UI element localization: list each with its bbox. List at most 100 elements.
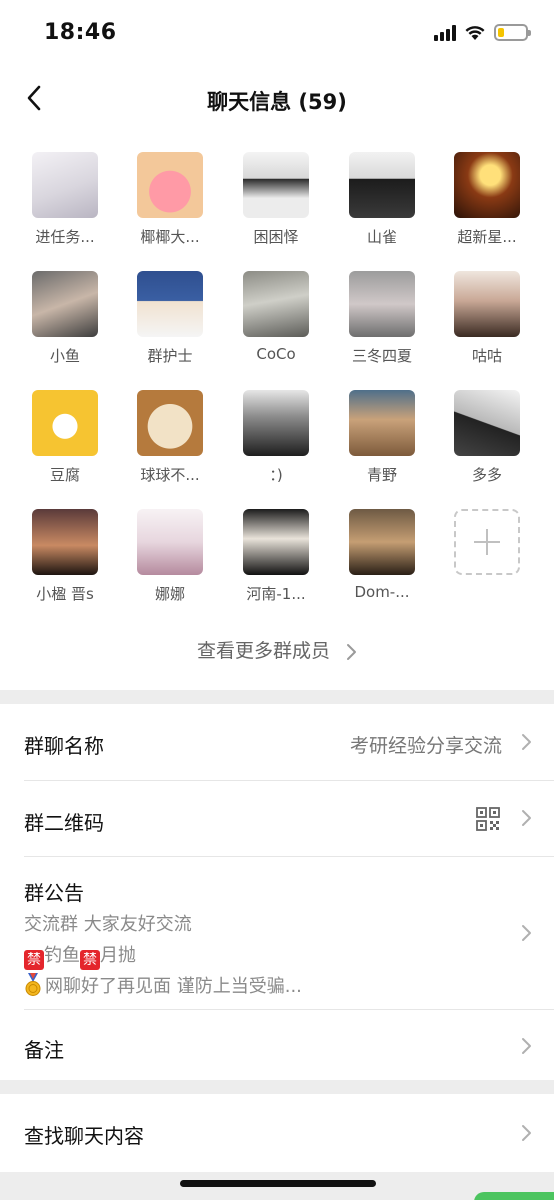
avatar: [32, 152, 98, 218]
member-name: 青野: [366, 466, 397, 484]
member-tile[interactable]: 咕咕: [437, 271, 537, 366]
remark-label: 备注: [24, 1038, 64, 1062]
group-notice-label: 群公告: [24, 881, 84, 905]
member-tile[interactable]: 青野: [332, 390, 432, 485]
medal-icon: [24, 973, 42, 997]
status-time: 18:46: [44, 20, 117, 45]
search-chat-section: 查找聊天内容: [0, 1094, 554, 1172]
remark-row[interactable]: 备注: [0, 1010, 554, 1080]
search-chat-content-row[interactable]: 查找聊天内容: [0, 1094, 554, 1172]
avatar: [243, 390, 309, 456]
nav-bar: 聊天信息 (59): [0, 70, 554, 128]
avatar: [454, 152, 520, 218]
group-name-row[interactable]: 群聊名称 考研经验分享交流: [0, 704, 554, 780]
group-notice-line: 交流群 大家友好交流: [24, 914, 192, 935]
avatar: [137, 271, 203, 337]
avatar: [243, 152, 309, 218]
member-name: 困困怿: [253, 228, 299, 246]
member-tile[interactable]: 超新星...: [437, 152, 537, 247]
member-tile[interactable]: 椰椰大...: [120, 152, 220, 247]
avatar: [32, 271, 98, 337]
notice-text: 月抛: [100, 945, 136, 966]
member-name: 椰椰大...: [140, 228, 200, 246]
chat-info-screen: 18:46 聊天信息 (59) 进任务... 椰椰大... 困困怿 山雀 超新星... 小…: [0, 0, 554, 1200]
home-indicator: [180, 1180, 376, 1187]
page-title: 聊天信息 (59): [207, 90, 347, 114]
avatar: [243, 271, 309, 337]
member-tile[interactable]: Dom-...: [332, 509, 432, 601]
view-more-members-label: 查看更多群成员: [196, 640, 330, 662]
avatar: [454, 271, 520, 337]
chevron-right-icon: [522, 1125, 531, 1141]
member-tile[interactable]: 河南-1...: [226, 509, 326, 604]
qr-code-icon: [476, 807, 500, 831]
member-tile[interactable]: 群护士: [120, 271, 220, 366]
chevron-right-icon: [522, 810, 531, 826]
group-notice-line: 网聊好了再见面 谨防上当受骗...: [24, 972, 302, 998]
member-tile[interactable]: 球球不...: [120, 390, 220, 485]
avatar: [454, 390, 520, 456]
member-tile[interactable]: ：): [226, 390, 326, 485]
member-tile[interactable]: 山雀: [332, 152, 432, 247]
avatar: [349, 509, 415, 575]
chevron-right-icon: [522, 734, 531, 750]
view-more-members-link[interactable]: 查看更多群成员: [0, 636, 554, 663]
member-tile[interactable]: 小楹 晋s: [15, 509, 115, 604]
group-qr-code-row[interactable]: 群二维码: [0, 781, 554, 856]
forbidden-badge-icon: 禁: [80, 950, 100, 970]
avatar: [137, 509, 203, 575]
member-tile[interactable]: 豆腐: [15, 390, 115, 485]
member-name: ：): [269, 466, 283, 484]
add-member-tile: [454, 509, 520, 575]
member-name: 小楹 晋s: [36, 585, 94, 603]
avatar: [349, 390, 415, 456]
group-name-label: 群聊名称: [24, 734, 104, 758]
member-name: 群护士: [147, 347, 193, 365]
member-tile[interactable]: 进任务...: [15, 152, 115, 247]
chevron-right-icon: [522, 925, 531, 941]
battery-level: [498, 28, 504, 37]
group-name-value: 考研经验分享交流: [349, 735, 502, 757]
forbidden-badge-icon: 禁: [24, 950, 44, 970]
member-name: 河南-1...: [246, 585, 306, 603]
chevron-right-icon: [522, 1038, 531, 1054]
member-tile[interactable]: 娜娜: [120, 509, 220, 604]
member-tile[interactable]: CoCo: [226, 271, 326, 363]
chevron-right-icon: [347, 643, 357, 660]
group-settings-section: 群聊名称 考研经验分享交流 群二维码 群公告 交流群 大家友好交流 禁 钓鱼 禁…: [0, 704, 554, 1080]
member-name: 超新星...: [457, 228, 517, 246]
member-name: 多多: [471, 466, 502, 484]
battery-icon: [494, 24, 531, 41]
avatar: [349, 271, 415, 337]
wifi-icon: [465, 26, 485, 40]
notice-text: 钓鱼: [44, 945, 80, 966]
member-name: 娜娜: [154, 585, 185, 603]
add-member-button[interactable]: [437, 509, 537, 575]
member-name: 进任务...: [35, 228, 95, 246]
member-name: 三冬四夏: [351, 347, 412, 365]
member-name: CoCo: [256, 345, 296, 363]
avatar: [243, 509, 309, 575]
member-name: Dom-...: [354, 583, 410, 601]
floating-green-element: [474, 1192, 554, 1200]
member-tile[interactable]: 三冬四夏: [332, 271, 432, 366]
status-icons: [434, 24, 531, 41]
members-panel: 进任务... 椰椰大... 困困怿 山雀 超新星... 小鱼 群护士 CoCo 三冬四夏 咕咕豆腐…: [0, 128, 554, 690]
member-name: 豆腐: [49, 466, 80, 484]
member-name: 咕咕: [471, 347, 502, 365]
avatar: [137, 152, 203, 218]
avatar: [137, 390, 203, 456]
avatar: [349, 152, 415, 218]
plus-icon: [474, 529, 500, 555]
notice-text: 网聊好了再见面 谨防上当受骗...: [45, 976, 302, 997]
group-qr-code-label: 群二维码: [24, 811, 104, 835]
cellular-signal-icon: [434, 24, 456, 41]
group-notice-row[interactable]: 群公告 交流群 大家友好交流 禁钓鱼禁月抛 网聊好了再见面 谨防上当受骗...: [0, 857, 554, 1009]
avatar: [32, 390, 98, 456]
member-name: 山雀: [366, 228, 397, 246]
search-chat-content-label: 查找聊天内容: [24, 1124, 144, 1148]
member-tile[interactable]: 小鱼: [15, 271, 115, 366]
member-tile[interactable]: 多多: [437, 390, 537, 485]
member-tile[interactable]: 困困怿: [226, 152, 326, 247]
avatar: [32, 509, 98, 575]
